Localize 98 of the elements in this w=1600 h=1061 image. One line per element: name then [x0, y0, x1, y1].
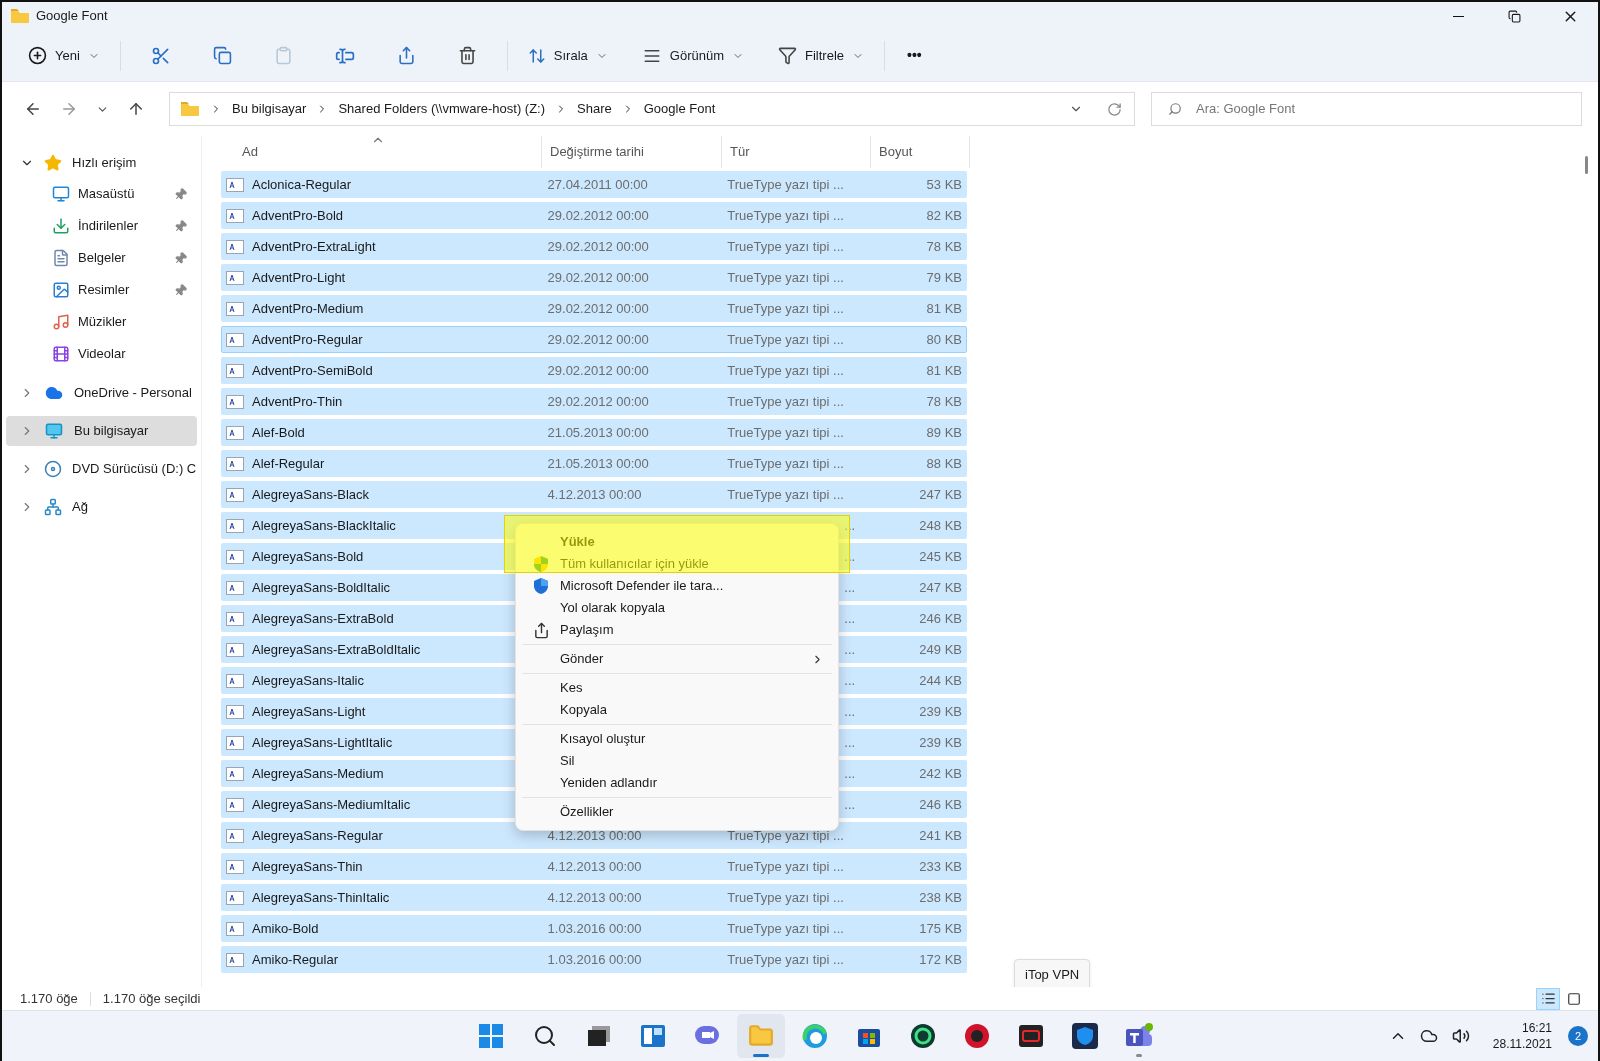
file-name: AlegreyaSans-ExtraBold — [252, 609, 394, 628]
size-cell-text: 246 KB — [919, 795, 962, 814]
file-name: AlegreyaSans-ExtraBoldItalic — [252, 640, 421, 659]
date-cell: 4.12.2013 00:00 — [547, 858, 642, 874]
size-cell-text: 239 KB — [919, 702, 962, 721]
size-cell-text: 241 KB — [919, 826, 962, 845]
window-title: Google Font — [36, 7, 108, 26]
date-cell: 29.02.2012 00:00 — [547, 393, 649, 409]
date-cell: 4.12.2013 00:00 — [547, 827, 642, 843]
date-cell: 29.02.2012 00:00 — [547, 207, 649, 223]
type-cell-text: TrueType yazı tipi ... — [727, 826, 844, 845]
type-cell-text: ... — [844, 702, 856, 721]
type-cell-text: TrueType yazı tipi ... — [727, 361, 844, 380]
file-name: AlegreyaSans-Medium — [252, 764, 384, 783]
size-cell-text: 233 KB — [919, 857, 962, 876]
file-name: AdventPro-ExtraLight — [252, 237, 376, 256]
type-cell-text: TrueType yazı tipi ... — [727, 206, 844, 225]
file-name: AlegreyaSans-Black — [252, 485, 370, 504]
type-cell-text: TrueType yazı tipi ... — [727, 299, 844, 318]
type-cell-text: ... — [844, 640, 856, 659]
file-name: AdventPro-Light — [252, 268, 346, 287]
size-cell-text: 88 KB — [926, 454, 962, 473]
file-name: AlegreyaSans-ThinItalic — [252, 888, 390, 907]
size-cell-text: 247 KB — [919, 485, 962, 504]
file-name: AdventPro-SemiBold — [252, 361, 373, 380]
file-name: AlegreyaSans-BlackItalic — [252, 516, 396, 535]
file-name: AdventPro-Regular — [252, 330, 363, 349]
type-cell-text: TrueType yazı tipi ... — [727, 423, 844, 442]
size-cell-text: 78 KB — [926, 237, 962, 256]
file-name: AlegreyaSans-LightItalic — [252, 733, 393, 752]
type-cell-text: TrueType yazı tipi ... — [727, 888, 844, 907]
date-cell: 21.05.2013 00:00 — [547, 424, 649, 440]
size-cell-text: 89 KB — [926, 423, 962, 442]
size-cell-text: 239 KB — [919, 733, 962, 752]
file-name: Alef-Bold — [252, 423, 305, 442]
size-cell-text: 82 KB — [926, 206, 962, 225]
type-cell-text: ... — [844, 609, 856, 628]
type-cell-text: ... — [844, 516, 856, 535]
size-cell-text: 53 KB — [926, 175, 962, 194]
date-cell: 4.12.2013 00:00 — [547, 486, 642, 502]
date-cell: 29.02.2012 00:00 — [547, 269, 649, 285]
size-cell-text: 244 KB — [919, 671, 962, 690]
date-cell: 29.02.2012 00:00 — [547, 300, 649, 316]
file-name: AlegreyaSans-BoldItalic — [252, 578, 391, 597]
size-cell-text: 80 KB — [926, 330, 962, 349]
size-cell-text: 242 KB — [919, 764, 962, 783]
file-name: AlegreyaSans-Thin — [252, 857, 363, 876]
type-cell-text: ... — [844, 733, 856, 752]
file-name: AlegreyaSans-Bold — [252, 547, 364, 566]
file-name: AlegreyaSans-MediumItalic — [252, 795, 411, 814]
file-name: AlegreyaSans-Regular — [252, 826, 383, 845]
size-cell-text: 249 KB — [919, 640, 962, 659]
date-cell: 1.03.2016 00:00 — [547, 951, 642, 967]
type-cell-text: TrueType yazı tipi ... — [727, 919, 844, 938]
selection-count: 1.170 öğe seçildi — [102, 989, 201, 1008]
type-cell-text: TrueType yazı tipi ... — [727, 454, 844, 473]
file-name: Amiko-Regular — [252, 950, 338, 969]
size-cell-text: 245 KB — [919, 547, 962, 566]
type-cell-text: TrueType yazı tipi ... — [727, 950, 844, 969]
file-name: AdventPro-Bold — [252, 206, 344, 225]
size-cell-text: 175 KB — [919, 919, 962, 938]
type-cell-text: ... — [844, 764, 856, 783]
file-name: AlegreyaSans-Italic — [252, 671, 364, 690]
file-name: AlegreyaSans-Light — [252, 702, 366, 721]
date-cell: 27.04.2011 00:00 — [547, 176, 648, 192]
type-cell-text: ... — [844, 578, 856, 597]
file-name: Alef-Regular — [252, 454, 325, 473]
type-cell-text: ... — [844, 795, 856, 814]
file-name: AdventPro-Medium — [252, 299, 364, 318]
size-cell-text: 247 KB — [919, 578, 962, 597]
date-cell: 29.02.2012 00:00 — [547, 331, 649, 347]
tooltip: iTop VPN — [1014, 959, 1091, 987]
type-cell-text: ... — [844, 671, 856, 690]
item-count: 1.170 öğe — [20, 989, 78, 1008]
size-cell-text: 81 KB — [926, 361, 962, 380]
date-cell: 21.05.2013 00:00 — [547, 455, 649, 471]
file-name: Amiko-Bold — [252, 919, 319, 938]
type-cell-text: TrueType yazı tipi ... — [727, 268, 844, 287]
type-cell-text: TrueType yazı tipi ... — [727, 330, 844, 349]
file-name: Aclonica-Regular — [252, 175, 351, 194]
date-cell: 4.12.2013 00:00 — [547, 889, 642, 905]
type-cell-text: ... — [844, 547, 856, 566]
type-cell-text: TrueType yazı tipi ... — [727, 857, 844, 876]
type-cell-text: TrueType yazı tipi ... — [727, 392, 844, 411]
date-cell: 29.02.2012 00:00 — [547, 362, 649, 378]
size-cell-text: 172 KB — [919, 950, 962, 969]
type-cell-text: TrueType yazı tipi ... — [727, 485, 844, 504]
size-cell-text: 79 KB — [926, 268, 962, 287]
type-cell-text: TrueType yazı tipi ... — [727, 175, 844, 194]
date-cell: 1.03.2016 00:00 — [547, 920, 642, 936]
file-name: AdventPro-Thin — [252, 392, 343, 411]
date-cell: 29.02.2012 00:00 — [547, 238, 649, 254]
size-cell-text: 78 KB — [926, 392, 962, 411]
size-cell-text: 246 KB — [919, 609, 962, 628]
size-cell-text: 238 KB — [919, 888, 962, 907]
type-cell-text: TrueType yazı tipi ... — [727, 237, 844, 256]
size-cell-text: 81 KB — [926, 299, 962, 318]
size-cell-text: 248 KB — [919, 516, 962, 535]
